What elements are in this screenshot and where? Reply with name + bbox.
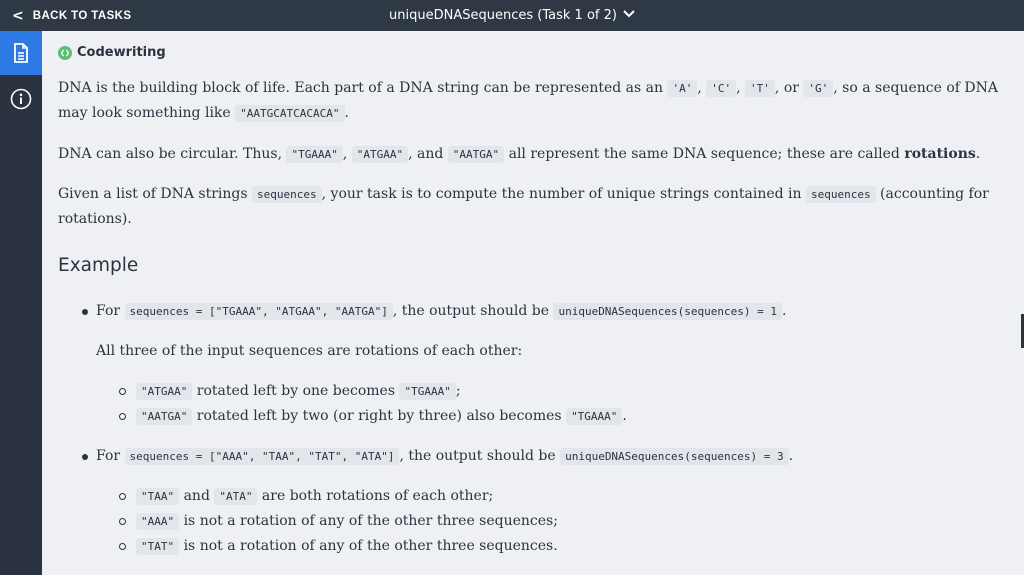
text: , the output should be	[399, 448, 561, 464]
codewriting-header: Codewriting	[58, 45, 166, 60]
inline-code: "AAA"	[136, 513, 180, 530]
codewriting-icon	[58, 45, 72, 60]
sidebar	[0, 31, 42, 575]
text: , the output should be	[392, 303, 554, 319]
task-title-text[interactable]: uniqueDNASequences (Task 1 of 2)	[389, 8, 617, 23]
example-2-sub-1: "TAA" and "ATA" are both rotations of ea…	[136, 484, 493, 509]
inline-code: "AATGCATCACACA"	[235, 105, 345, 122]
intro-paragraph-1: DNA is the building block of life. Each …	[58, 76, 1016, 126]
inline-code: "TGAAA"	[286, 146, 343, 163]
inline-code: "ATGAA"	[351, 146, 409, 163]
inline-code: 'G'	[803, 80, 834, 97]
text: ;	[455, 383, 461, 399]
section-label: Codewriting	[77, 45, 166, 60]
text: is not a rotation of any of the other th…	[179, 513, 558, 529]
example-1-sub-1: "ATGAA" rotated left by one becomes "TGA…	[136, 379, 461, 404]
bullet	[82, 309, 88, 315]
example-2-item: For sequences = ["AAA", "TAA", "TAT", "A…	[96, 444, 793, 469]
example-2-output-code: uniqueDNASequences(sequences) = 3	[560, 448, 789, 465]
inline-code: 'C'	[706, 80, 737, 97]
chevron-down-icon[interactable]	[623, 10, 635, 21]
sub-bullet	[119, 413, 126, 420]
text: , and	[408, 146, 448, 162]
document-icon	[14, 43, 28, 63]
task-description: Codewriting DNA is the building block of…	[42, 31, 1022, 575]
text: .	[782, 303, 787, 319]
text: .	[788, 448, 794, 464]
example-2-sub-2: "AAA" is not a rotation of any of the ot…	[136, 509, 558, 534]
text: is not a rotation of any of the other th…	[179, 538, 558, 554]
text: DNA can also be circular. Thus,	[58, 146, 287, 162]
text: For	[96, 303, 125, 319]
back-to-tasks-label: BACK TO TASKS	[32, 9, 132, 22]
sub-bullet	[119, 388, 126, 395]
inline-code: "AATGA"	[136, 408, 193, 425]
rotations-term: rotations	[904, 146, 976, 162]
text: and	[179, 488, 215, 504]
text: .	[975, 146, 981, 162]
inline-code: "ATA"	[214, 488, 258, 505]
intro-paragraph-2: DNA can also be circular. Thus, "TGAAA",…	[58, 142, 1016, 167]
text: .	[344, 105, 349, 121]
text: , or	[774, 80, 804, 96]
inline-code: 'A'	[667, 80, 698, 97]
chevron-left-icon: <	[12, 7, 24, 24]
text: .	[622, 408, 627, 424]
sidebar-item-info[interactable]	[0, 77, 42, 121]
intro-paragraph-3: Given a list of DNA strings sequences, y…	[58, 182, 1016, 232]
bullet	[82, 454, 88, 460]
text: For	[96, 448, 125, 464]
example-2-input-code: sequences = ["AAA", "TAA", "TAT", "ATA"]	[124, 448, 400, 465]
text: DNA is the building block of life. Each …	[58, 80, 668, 96]
text: , your task is to compute the number of …	[321, 186, 806, 202]
text: rotated left by one becomes	[192, 383, 400, 399]
example-1-output-code: uniqueDNASequences(sequences) = 1	[553, 303, 782, 320]
inline-code: "ATGAA"	[136, 383, 193, 400]
task-title: uniqueDNASequences (Task 1 of 2)	[0, 0, 1024, 31]
inline-code: 'T'	[745, 80, 775, 97]
text: ,	[342, 146, 352, 162]
top-bar: < BACK TO TASKS uniqueDNASequences (Task…	[0, 0, 1024, 31]
inline-code: "TAA"	[136, 488, 180, 505]
inline-code: sequences	[252, 186, 322, 203]
sidebar-item-description[interactable]	[0, 31, 42, 75]
text: ,	[736, 80, 746, 96]
inline-code: "TGAAA"	[566, 408, 623, 425]
example-1-input-code: sequences = ["TGAAA", "ATGAA", "AATGA"]	[124, 303, 393, 320]
info-icon	[10, 88, 32, 110]
back-to-tasks-button[interactable]: < BACK TO TASKS	[12, 0, 131, 31]
sub-bullet	[119, 493, 126, 500]
text: rotated left by two (or right by three) …	[192, 408, 567, 424]
example-1-item: For sequences = ["TGAAA", "ATGAA", "AATG…	[96, 299, 786, 324]
example-2-sub-3: "TAT" is not a rotation of any of the ot…	[136, 534, 558, 559]
text: all represent the same DNA sequence; the…	[504, 146, 905, 162]
text: ,	[697, 80, 707, 96]
example-1-sub-2: "AATGA" rotated left by two (or right by…	[136, 404, 627, 429]
inline-code: "TGAAA"	[399, 383, 456, 400]
example-1-note: All three of the input sequences are rot…	[96, 343, 523, 359]
sub-bullet	[119, 543, 126, 550]
example-heading: Example	[58, 255, 139, 276]
inline-code: "AATGA"	[447, 146, 505, 163]
sub-bullet	[119, 518, 126, 525]
text: Given a list of DNA strings	[58, 186, 253, 202]
inline-code: "TAT"	[136, 538, 180, 555]
inline-code: sequences	[805, 186, 876, 203]
text: are both rotations of each other;	[257, 488, 494, 504]
